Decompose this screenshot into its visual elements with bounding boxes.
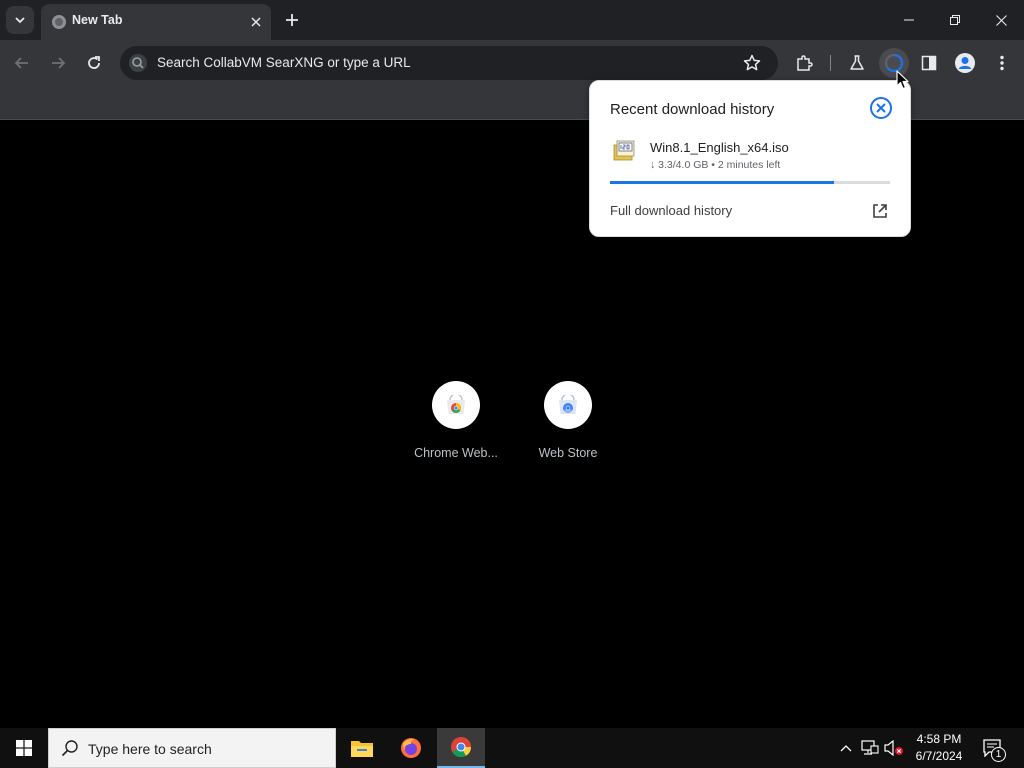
close-icon: [995, 14, 1007, 26]
clock-time: 4:58 PM: [916, 732, 962, 746]
close-icon: [251, 17, 261, 27]
restore-icon: [950, 15, 960, 25]
address-bar-placeholder: Search CollabVM SearXNG or type a URL: [157, 55, 411, 70]
taskbar-firefox[interactable]: [387, 728, 435, 768]
folder-icon: [351, 741, 373, 757]
windows-logo-icon: [16, 740, 32, 756]
restore-button[interactable]: [932, 0, 978, 40]
full-download-history-link[interactable]: Full download history: [610, 203, 732, 218]
globe-icon: [52, 15, 66, 29]
shortcut-tile: [544, 381, 592, 429]
web-store-icon: [559, 395, 577, 414]
side-panel-icon: [921, 55, 937, 71]
side-panel-button[interactable]: [914, 48, 944, 78]
minimize-icon: [904, 19, 914, 21]
tab-close-button[interactable]: [246, 12, 266, 32]
extensions-button[interactable]: [789, 48, 819, 78]
avatar-icon: [955, 53, 975, 73]
shortcut-label: Chrome Web...: [414, 446, 498, 460]
chevron-down-icon: [15, 17, 25, 24]
arrow-left-icon: [14, 57, 28, 69]
title-bar: New Tab: [0, 0, 1024, 40]
flask-icon: [850, 55, 864, 70]
close-window-button[interactable]: [978, 0, 1024, 40]
reload-button[interactable]: [79, 48, 109, 78]
open-in-new-icon[interactable]: [871, 202, 889, 220]
search-engine-icon: [129, 54, 147, 72]
volume-tray-button[interactable]: [884, 738, 904, 758]
shortcut-tile: [432, 381, 480, 429]
labs-button[interactable]: [842, 48, 872, 78]
download-progress-bar: [610, 181, 890, 184]
download-bubble: Recent download history Win8.1_English_x…: [589, 80, 911, 237]
taskbar-file-explorer[interactable]: [338, 728, 386, 768]
firefox-icon: [401, 738, 421, 758]
toolbar-divider: [830, 55, 831, 71]
show-hidden-icons-button[interactable]: [836, 738, 856, 758]
chevron-up-icon: [840, 745, 852, 752]
notification-count-badge: 1: [991, 747, 1006, 762]
profile-button[interactable]: [950, 48, 980, 78]
network-icon: [861, 740, 879, 755]
address-bar[interactable]: Search CollabVM SearXNG or type a URL: [120, 46, 778, 80]
taskbar-chrome[interactable]: [437, 728, 485, 768]
more-vertical-icon: [1000, 55, 1004, 71]
mouse-cursor-icon: [896, 70, 909, 90]
download-status: ↓ 3.3/4.0 GB • 2 minutes left: [650, 159, 781, 171]
chrome-icon: [451, 737, 472, 758]
tab-new-tab[interactable]: New Tab: [41, 4, 271, 40]
download-bubble-title: Recent download history: [610, 101, 775, 118]
close-bubble-icon[interactable]: [869, 96, 893, 120]
volume-muted-icon: [884, 740, 903, 756]
forward-button[interactable]: [43, 48, 73, 78]
start-button[interactable]: [0, 728, 48, 768]
puzzle-piece-icon: [797, 55, 813, 71]
bookmark-star-icon[interactable]: [742, 53, 762, 73]
shortcut-web-store[interactable]: Web Store: [512, 381, 624, 460]
chrome-web-store-icon: [447, 395, 465, 414]
iso-file-icon: [613, 140, 635, 161]
plus-icon: [286, 14, 298, 26]
arrow-right-icon: [52, 57, 66, 69]
download-progress-fill: [610, 181, 834, 184]
taskbar-search-box[interactable]: Type here to search: [48, 728, 336, 768]
windows-taskbar: Type here to search 4:58 PM 6/7/2024 1: [0, 728, 1024, 768]
network-tray-button[interactable]: [860, 738, 880, 758]
search-icon: [61, 740, 78, 757]
taskbar-clock[interactable]: 4:58 PM 6/7/2024: [908, 731, 970, 765]
reload-icon: [88, 56, 100, 69]
clock-date: 6/7/2024: [915, 749, 963, 763]
new-tab-button[interactable]: [280, 8, 304, 32]
taskbar-search-placeholder: Type here to search: [88, 741, 212, 757]
minimize-button[interactable]: [886, 0, 932, 40]
menu-button[interactable]: [987, 48, 1017, 78]
tab-search-button[interactable]: [6, 6, 34, 34]
shortcut-label: Web Store: [538, 446, 598, 460]
back-button[interactable]: [7, 48, 37, 78]
download-file-name[interactable]: Win8.1_English_x64.iso: [650, 140, 789, 155]
shortcut-chrome-web[interactable]: Chrome Web...: [400, 381, 512, 460]
tab-title: New Tab: [72, 13, 123, 27]
